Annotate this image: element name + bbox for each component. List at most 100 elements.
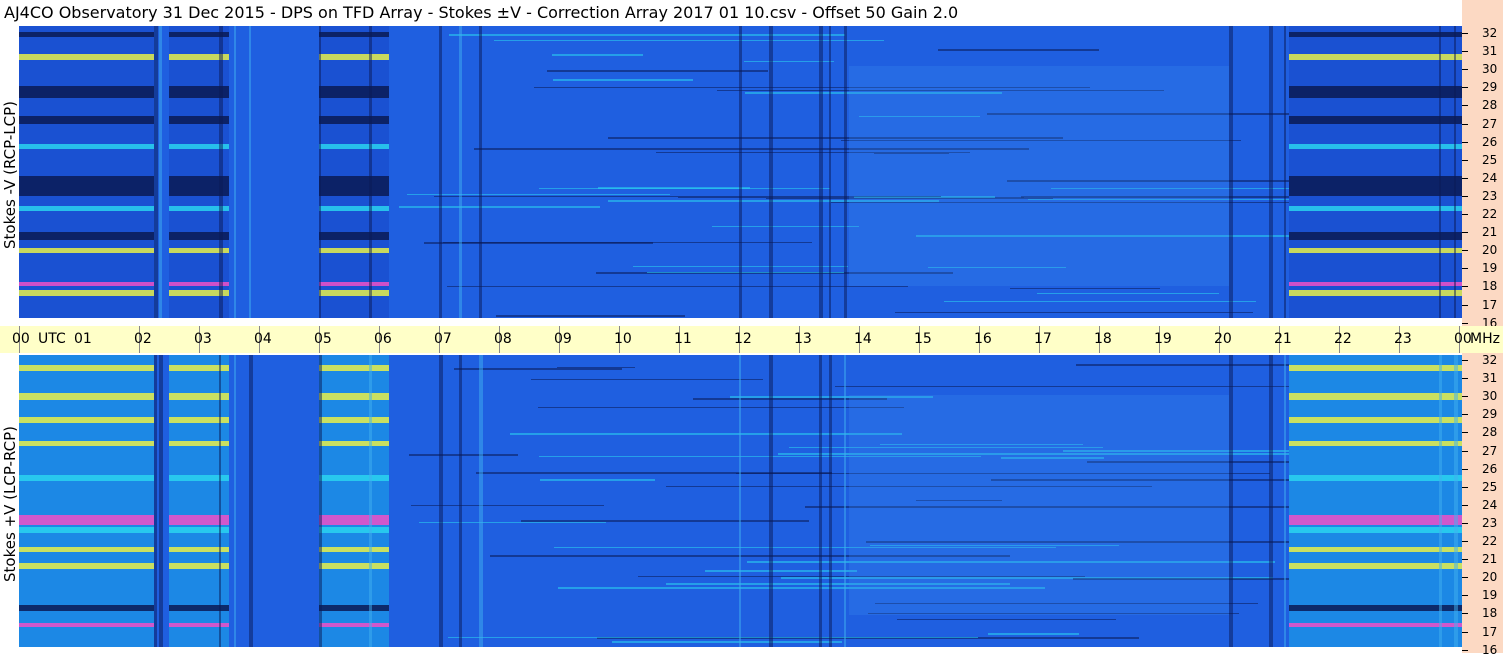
spectrogram-band [19,417,154,423]
time-label: 06 [374,331,392,347]
spectrogram-band [19,282,154,286]
freq-label: 25 [1482,479,1498,494]
spectrogram-band [521,520,809,522]
spectrogram-band [531,379,763,380]
spectrogram-texture [19,355,1462,647]
time-label: 20 [1214,331,1232,347]
spectrogram-band [19,248,154,253]
freq-label: 19 [1482,588,1498,603]
time-label: 10 [614,331,632,347]
spectrogram-band [897,619,1116,620]
spectrogram-band [1289,441,1462,446]
time-label: 16 [974,331,992,347]
corner-block [1462,0,1503,26]
freq-tick [1462,559,1468,561]
time-label: 00 [12,331,30,347]
freq-tick [1462,51,1468,53]
freq-tick [1462,522,1468,524]
time-label: 14 [854,331,872,347]
spectrogram-band [407,194,670,195]
spectrogram-band [1076,364,1289,366]
spectrogram-band [557,367,635,368]
freq-label: 18 [1482,606,1498,621]
spectrogram-band [819,355,822,647]
freq-label: 32 [1482,353,1498,367]
spectrogram-band [399,206,600,208]
spectrogram-band [1289,32,1462,37]
time-label: 04 [254,331,272,347]
spectrogram-band [1289,515,1462,525]
time-label: 13 [794,331,812,347]
freq-label: 23 [1482,188,1498,203]
spectrogram-band [552,54,643,56]
bottom-panel-ylabel-text: Stokes +V (LCP-RCP) [1,426,19,582]
spectrogram-band [319,475,389,481]
spectrogram-band [1289,365,1462,371]
spectrogram-band [19,365,154,371]
freq-tick [1462,360,1468,361]
time-label: MHz [1470,331,1500,347]
time-label: 15 [914,331,932,347]
spectrogram-top [19,26,1462,318]
spectrogram-band [439,26,442,318]
freq-label: 24 [1482,170,1498,185]
freq-label: 32 [1482,26,1498,40]
spectrogram-band [1454,355,1458,647]
freq-label: 29 [1482,80,1498,95]
time-label: 21 [1274,331,1292,347]
time-label: 01 [74,331,92,347]
spectrogram-band [19,32,154,37]
spectrogram-band [449,34,845,36]
spectrogram-band [19,547,154,552]
freq-label: 22 [1482,207,1498,221]
spectrogram-band [154,26,158,318]
spectrogram-band [1439,355,1442,647]
time-label: 22 [1334,331,1352,347]
spectrogram-band [553,79,693,81]
spectrogram-band [234,26,236,318]
spectrogram-band [19,86,154,98]
spectrogram-band [944,301,1256,302]
spectrogram-band [319,515,389,525]
time-label: 17 [1034,331,1052,347]
freq-tick [1462,432,1468,434]
freq-tick [1462,414,1468,416]
spectrogram-band [424,242,653,244]
spectrogram-band [319,290,389,296]
spectrogram-band [1289,417,1462,423]
spectrogram-band [1037,293,1219,294]
freq-label: 26 [1482,134,1498,149]
freq-label: 30 [1482,389,1498,404]
spectrogram-band [19,527,154,533]
spectrogram-band [319,32,389,37]
time-label: 05 [314,331,332,347]
spectrogram-band [19,515,154,525]
spectrogram-band [319,26,321,318]
spectrogram-band [319,144,389,149]
spectrogram-band [249,355,253,647]
spectrogram-band [598,187,750,189]
spectrogram-band [369,26,372,318]
freq-tick [1462,577,1468,579]
freq-label: 17 [1482,297,1498,312]
spectrogram-band [219,26,223,318]
time-label: 11 [674,331,692,347]
freq-tick [1462,250,1468,252]
frequency-axis-top: 32 31 30 29 28 27 26 25 24 23 22 21 20 19 18 17 16 [1462,26,1503,329]
freq-label: 23 [1482,515,1498,530]
freq-tick [1462,396,1468,398]
spectrogram-band [769,26,773,318]
spectrogram-band [419,522,606,523]
freq-label: 20 [1482,243,1498,258]
spectrogram-band [712,226,859,227]
spectrogram-band [19,393,154,400]
time-label: 23 [1394,331,1412,347]
time-label: 07 [434,331,452,347]
spectrogram-band [319,232,389,240]
spectrogram-band [1289,54,1462,60]
spectrogram-band [159,355,163,647]
freq-tick [1462,87,1468,89]
freq-label: 31 [1482,44,1498,59]
spectrogram-band [1269,26,1273,318]
spectrogram-band [319,605,389,611]
